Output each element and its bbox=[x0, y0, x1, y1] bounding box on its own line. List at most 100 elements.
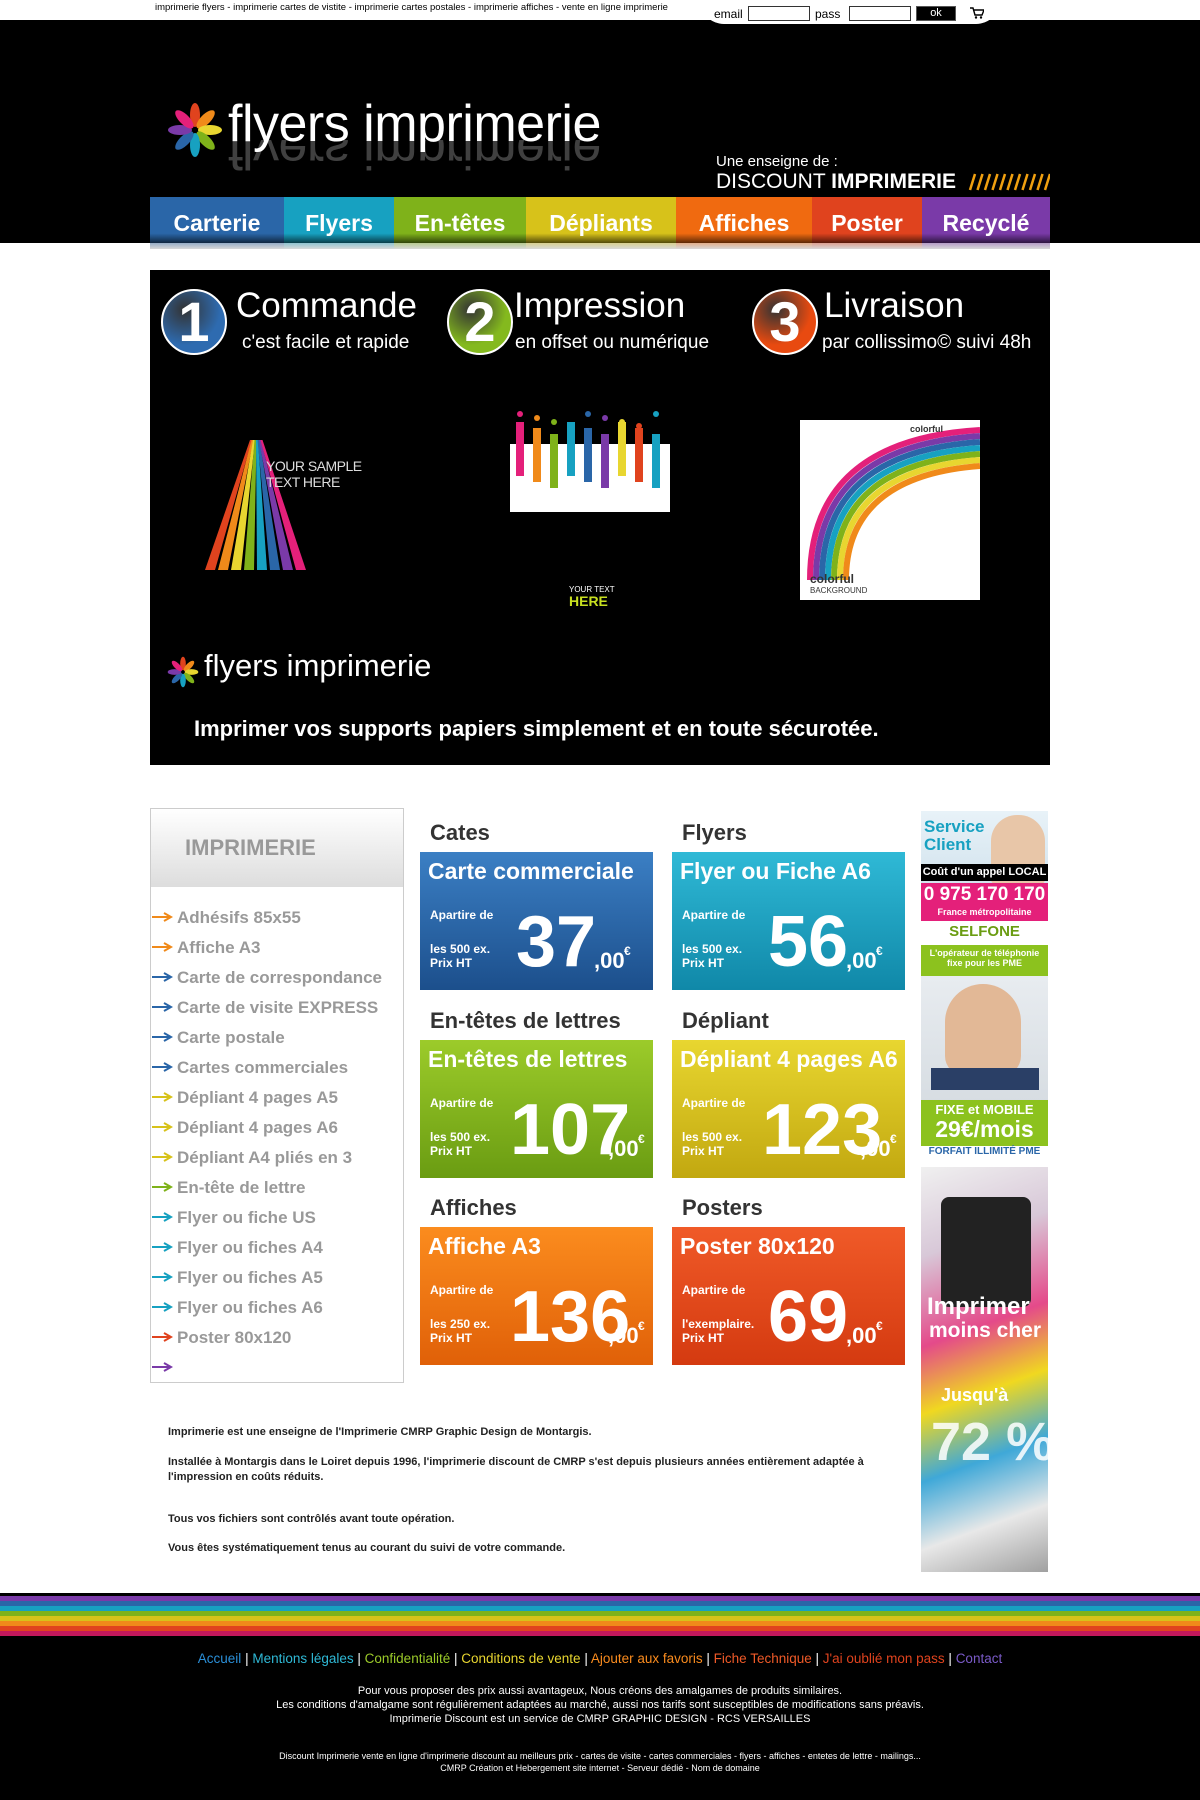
nav-tab-2[interactable]: En-têtes bbox=[394, 197, 526, 249]
footer-link[interactable]: Fiche Technique bbox=[714, 1651, 812, 1666]
sidebar-arrow-shape bbox=[152, 1092, 174, 1102]
enseigne-label: Une enseigne de : bbox=[716, 153, 838, 170]
product-name[interactable]: Poster 80x120 bbox=[680, 1233, 835, 1260]
sidebar-item[interactable]: Poster 80x120 bbox=[177, 1328, 291, 1348]
sidebar-arrow-icon bbox=[152, 1272, 174, 1282]
footer-link[interactable]: Contact bbox=[956, 1651, 1003, 1666]
product-prix-ht: Prix HT bbox=[430, 1144, 473, 1158]
sidebar-item[interactable]: En-tête de lettre bbox=[177, 1178, 305, 1198]
footer-link[interactable]: Mentions légales bbox=[252, 1651, 353, 1666]
nav-tab-4[interactable]: Affiches bbox=[676, 197, 812, 249]
ad-service-client[interactable]: Service Client Coût d'un appel LOCAL 0 9… bbox=[921, 811, 1048, 921]
nav-tab-5[interactable]: Poster bbox=[812, 197, 922, 249]
footer-separator: | bbox=[353, 1651, 365, 1666]
product-card[interactable]: Carte commerciale Apartire de les 500 ex. P… bbox=[420, 852, 653, 990]
sample-text-2b: HERE bbox=[569, 593, 608, 609]
footer-link[interactable]: Accueil bbox=[198, 1651, 242, 1666]
sidebar-item[interactable]: Carte de visite EXPRESS bbox=[177, 998, 378, 1018]
paint-drop bbox=[517, 411, 523, 417]
ad-service-word: Service bbox=[924, 817, 985, 836]
paint-drop bbox=[534, 415, 540, 421]
product-card[interactable]: Affiche A3 Apartire de les 250 ex. Prix HT 1… bbox=[420, 1227, 653, 1365]
product-quantity: les 500 ex. bbox=[430, 1130, 491, 1144]
sidebar-item[interactable]: Flyer ou fiche US bbox=[177, 1208, 316, 1228]
product-section-title: Cates bbox=[430, 820, 490, 845]
product-price-cents: ,00 bbox=[846, 1323, 877, 1348]
about-p4: Vous êtes systématiquement tenus au cour… bbox=[168, 1542, 566, 1554]
sidebar-item[interactable]: Dépliant A4 pliés en 3 bbox=[177, 1148, 352, 1168]
product-euro-sign: € bbox=[890, 1132, 897, 1146]
sidebar-item[interactable]: Cartes commerciales bbox=[177, 1058, 348, 1078]
ad-imprimer: Imprimer bbox=[927, 1293, 1030, 1320]
nav-tab-0[interactable]: Carterie bbox=[150, 197, 284, 249]
product-from-label: Apartire de bbox=[430, 908, 494, 922]
product-card[interactable]: Dépliant 4 pages A6 Apartire de les 500 ex… bbox=[672, 1040, 905, 1178]
brand-imprimerie: IMPRIMERIE bbox=[831, 170, 956, 193]
sidebar-title: IMPRIMERIE bbox=[151, 809, 403, 887]
ad-forfait[interactable]: FIXE et MOBILE 29€/mois FORFAIT ILLIMITÉ… bbox=[921, 976, 1048, 1161]
sidebar-item[interactable]: Carte postale bbox=[177, 1028, 285, 1048]
product-name[interactable]: Carte commerciale bbox=[428, 858, 634, 885]
sidebar-item[interactable]: Dépliant 4 pages A5 bbox=[177, 1088, 338, 1108]
product-section-title: Affiches bbox=[430, 1195, 517, 1220]
stripe-mark bbox=[1013, 173, 1022, 191]
ad-fixe-mobile: FIXE et MOBILE bbox=[935, 1102, 1034, 1117]
footer-link[interactable]: J'ai oublié mon pass bbox=[823, 1651, 945, 1666]
brand-discount: DISCOUNT bbox=[716, 170, 826, 193]
email-field[interactable] bbox=[748, 6, 810, 21]
password-field[interactable] bbox=[849, 6, 911, 21]
product-euro-sign: € bbox=[638, 1132, 645, 1146]
sidebar-item[interactable]: Flyer ou fiches A4 bbox=[177, 1238, 323, 1258]
product-name[interactable]: Dépliant 4 pages A6 bbox=[680, 1046, 898, 1073]
sidebar-item[interactable]: Affiche A3 bbox=[177, 938, 260, 958]
email-label: email bbox=[714, 7, 743, 21]
footer-link[interactable]: Conditions de vente bbox=[461, 1651, 580, 1666]
sidebar-item[interactable]: Flyer ou fiches A6 bbox=[177, 1298, 323, 1318]
product-card[interactable]: En-têtes de lettres Apartire de les 500 ex… bbox=[420, 1040, 653, 1178]
product-euro-sign: € bbox=[876, 1319, 883, 1333]
piano-key bbox=[601, 434, 609, 488]
product-euro-sign: € bbox=[638, 1319, 645, 1333]
login-ok-button[interactable]: ok bbox=[916, 6, 956, 21]
nav-tab-6[interactable]: Recyclé bbox=[922, 197, 1050, 249]
sidebar-item[interactable]: Carte de correspondance bbox=[177, 968, 382, 988]
sidebar-item[interactable]: Dépliant 4 pages A6 bbox=[177, 1118, 338, 1138]
sidebar-item[interactable]: Flyer ou fiches A5 bbox=[177, 1268, 323, 1288]
colorful-label-top: colorful bbox=[910, 424, 943, 434]
product-name[interactable]: En-têtes de lettres bbox=[428, 1046, 627, 1073]
colorful-label: colorful bbox=[810, 572, 854, 586]
piano-key bbox=[550, 434, 558, 488]
product-name[interactable]: Flyer ou Fiche A6 bbox=[680, 858, 871, 885]
footer-link[interactable]: Ajouter aux favoris bbox=[591, 1651, 703, 1666]
footer-text-3: Imprimerie Discount est un service de CM… bbox=[389, 1713, 811, 1725]
nav-tab-1[interactable]: Flyers bbox=[284, 197, 394, 249]
sidebar-item[interactable]: Adhésifs 85x55 bbox=[177, 908, 301, 928]
product-price-cents: ,00 bbox=[846, 948, 877, 973]
footer-link[interactable]: Confidentialité bbox=[365, 1651, 451, 1666]
product-quantity: les 500 ex. bbox=[430, 942, 491, 956]
ad-selfone[interactable]: SELFONE L'opérateur de téléphonie fixe p… bbox=[921, 921, 1048, 976]
sidebar-arrow-shape bbox=[152, 1062, 174, 1072]
product-section-title: Dépliant bbox=[682, 1008, 769, 1033]
loupe-graphic bbox=[941, 1197, 1031, 1307]
product-prix-ht: Prix HT bbox=[682, 1144, 725, 1158]
sidebar-arrow-shape bbox=[152, 912, 174, 922]
sidebar-arrow-shape bbox=[152, 1002, 174, 1012]
sidebar-arrow-icon bbox=[152, 912, 174, 922]
seo-links[interactable]: imprimerie flyers - imprimerie cartes de… bbox=[155, 2, 668, 13]
hero-tagline: Imprimer vos supports papiers simplement… bbox=[194, 716, 879, 741]
sidebar-arrow-shape bbox=[152, 1152, 174, 1162]
product-card[interactable]: Flyer ou Fiche A6 Apartire de les 500 ex. P… bbox=[672, 852, 905, 990]
product-card[interactable]: Poster 80x120 Apartire de l'exemplaire. Pri… bbox=[672, 1227, 905, 1365]
nav-tab-3[interactable]: Dépliants bbox=[526, 197, 676, 249]
stripe-mark bbox=[1036, 173, 1044, 191]
logo-flower-icon bbox=[165, 100, 225, 165]
ad-imprimer-moins-cher[interactable]: Imprimer moins cher Jusqu'à 72 % bbox=[921, 1167, 1048, 1572]
rainbow-stripe bbox=[0, 1631, 1200, 1636]
sidebar-arrow-shape bbox=[152, 1122, 174, 1132]
colorful-background-card: colorful colorful BACKGROUND bbox=[800, 420, 980, 600]
sidebar-arrow-shape bbox=[152, 1302, 174, 1312]
product-price-cents: ,00 bbox=[860, 1136, 891, 1161]
product-name[interactable]: Affiche A3 bbox=[428, 1233, 541, 1260]
cart-icon[interactable] bbox=[970, 6, 986, 24]
